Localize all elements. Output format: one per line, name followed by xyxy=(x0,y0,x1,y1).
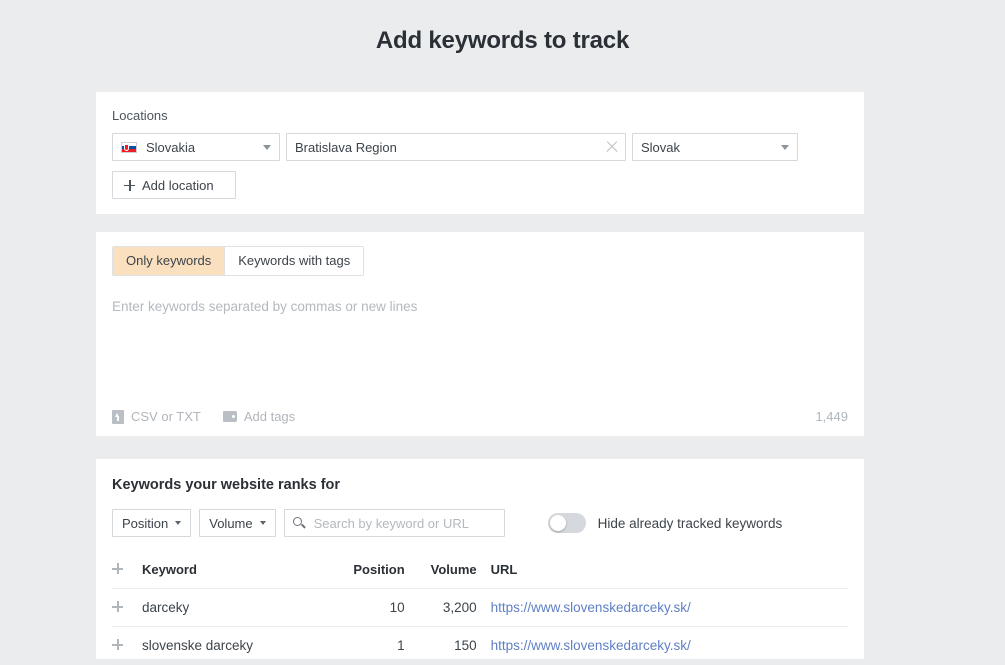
add-keyword-button[interactable] xyxy=(112,588,142,627)
country-select[interactable]: Slovakia xyxy=(112,133,280,161)
slovakia-flag-icon xyxy=(121,141,137,153)
hide-tracked-toggle[interactable] xyxy=(547,513,586,533)
hide-tracked-toggle-wrap: Hide already tracked keywords xyxy=(547,513,783,533)
upload-csv-label: CSV or TXT xyxy=(131,409,201,424)
url-link[interactable]: https://www.slovenskedarceky.sk/ xyxy=(491,600,691,615)
keywords-input-panel: Only keywords Keywords with tags Enter k… xyxy=(96,232,864,436)
tab-keywords-with-tags[interactable]: Keywords with tags xyxy=(224,247,364,275)
hide-tracked-label: Hide already tracked keywords xyxy=(597,515,783,531)
cell-position: 10 xyxy=(334,588,405,627)
tab-only-keywords[interactable]: Only keywords xyxy=(113,247,225,275)
keywords-textarea[interactable]: Enter keywords separated by commas or ne… xyxy=(112,299,848,314)
cell-position: 1 xyxy=(334,626,405,665)
language-select[interactable]: Slovak xyxy=(632,133,798,161)
ranked-keywords-table: Keyword Position Volume URL darceky 10 3… xyxy=(112,551,848,665)
keywords-tabs: Only keywords Keywords with tags xyxy=(112,246,365,276)
url-link[interactable]: https://www.slovenskedarceky.sk/ xyxy=(491,638,691,653)
plus-icon xyxy=(112,601,123,612)
location-row: Slovakia Bratislava Region Slovak xyxy=(112,133,848,161)
chevron-down-icon xyxy=(259,521,266,525)
keywords-remaining-count: 1,449 xyxy=(815,409,848,424)
tag-icon xyxy=(222,411,237,422)
search-input[interactable]: Search by keyword or URL xyxy=(283,509,505,537)
add-keyword-button[interactable] xyxy=(112,626,142,665)
column-header-position: Position xyxy=(334,551,405,589)
add-all-keywords-button[interactable] xyxy=(112,551,142,589)
search-input-placeholder: Search by keyword or URL xyxy=(313,515,469,531)
search-icon xyxy=(292,517,305,529)
ranked-filters: Position Volume Search by keyword or URL… xyxy=(112,509,848,537)
plus-icon xyxy=(112,639,123,650)
locations-label: Locations xyxy=(112,108,168,123)
upload-csv-button[interactable]: CSV or TXT xyxy=(112,409,201,424)
add-location-label: Add location xyxy=(142,177,214,193)
locations-panel: Locations Slovakia Bratislava Region Slo… xyxy=(96,92,864,214)
language-select-value: Slovak xyxy=(641,139,681,155)
column-header-volume: Volume xyxy=(404,551,477,589)
country-select-value: Slovakia xyxy=(146,139,196,155)
cell-volume: 150 xyxy=(404,626,477,665)
cell-url: https://www.slovenskedarceky.sk/ xyxy=(476,588,848,627)
chevron-down-icon xyxy=(175,521,182,525)
cell-keyword: darceky xyxy=(142,588,335,627)
ranked-keywords-panel: Keywords your website ranks for Position… xyxy=(96,459,864,665)
add-tags-button[interactable]: Add tags xyxy=(222,409,296,424)
chevron-down-icon xyxy=(781,144,789,150)
table-row: slovenske darceky 1 150 https://www.slov… xyxy=(112,626,848,665)
filter-volume-label: Volume xyxy=(209,515,253,531)
chevron-down-icon xyxy=(263,144,271,150)
plus-icon xyxy=(112,563,123,574)
column-header-url: URL xyxy=(476,551,848,589)
filter-position-label: Position xyxy=(122,515,169,531)
add-location-button[interactable]: Add location xyxy=(112,171,236,199)
column-header-keyword: Keyword xyxy=(142,551,335,589)
region-input[interactable]: Bratislava Region xyxy=(286,133,626,161)
cell-keyword: slovenske darceky xyxy=(142,626,335,665)
keywords-footer: CSV or TXT Add tags 1,449 xyxy=(112,409,848,424)
plus-icon xyxy=(124,179,135,191)
table-row: darceky 10 3,200 https://www.slovenskeda… xyxy=(112,588,848,627)
close-icon[interactable] xyxy=(605,140,619,154)
filter-volume-button[interactable]: Volume xyxy=(199,509,276,537)
page-title: Add keywords to track xyxy=(375,27,630,54)
upload-icon xyxy=(112,409,124,424)
cell-volume: 3,200 xyxy=(404,588,477,627)
table-header-row: Keyword Position Volume URL xyxy=(112,551,848,589)
add-tags-label: Add tags xyxy=(243,409,296,424)
cell-url: https://www.slovenskedarceky.sk/ xyxy=(476,626,848,665)
filter-position-button[interactable]: Position xyxy=(112,509,192,537)
ranked-keywords-heading: Keywords your website ranks for xyxy=(112,477,341,493)
region-input-value: Bratislava Region xyxy=(295,139,397,155)
